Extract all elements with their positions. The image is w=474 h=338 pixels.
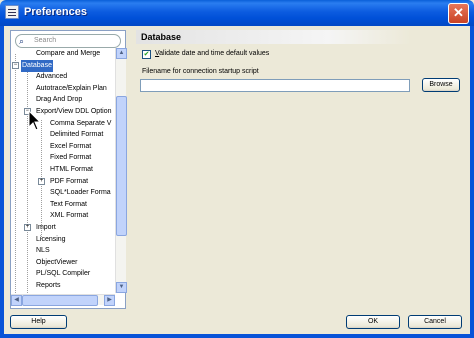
- tree-item-label: Drag And Drop: [36, 96, 83, 104]
- preferences-tree-panel: ⌕ Search Compare and Merge − Database Advan…: [10, 30, 127, 309]
- collapse-icon[interactable]: −: [12, 61, 19, 69]
- tree-item[interactable]: + PDF Format: [11, 176, 115, 188]
- tree-item-label: PL/SQL Compiler: [36, 270, 91, 278]
- preferences-window-icon: [5, 5, 19, 19]
- section-title: Database: [141, 32, 182, 42]
- tree-item-label: SQL*Loader Forma: [50, 189, 111, 197]
- ok-button-label: OK: [367, 318, 379, 325]
- tree-item[interactable]: + Import: [11, 222, 115, 234]
- cancel-button-label: Cancel: [424, 318, 446, 325]
- window-frame-right: [470, 26, 474, 338]
- tree-item[interactable]: ObjectViewer: [11, 257, 115, 269]
- tree-item-label: Text Format: [50, 200, 87, 208]
- tree-item-label: Licensing: [36, 235, 66, 243]
- tree-item[interactable]: Excel Format: [11, 141, 115, 153]
- tree-item[interactable]: − Database: [11, 59, 115, 72]
- tree-item[interactable]: SQL Editor Code Templ: [11, 292, 115, 293]
- horizontal-scroll-thumb[interactable]: [22, 295, 98, 306]
- expand-icon[interactable]: +: [24, 224, 31, 231]
- tree-item[interactable]: Fixed Format: [11, 152, 115, 164]
- tree-item[interactable]: SQL*Loader Forma: [11, 187, 115, 199]
- tree-item[interactable]: Drag And Drop: [11, 94, 115, 106]
- tree-item-label: HTML Format: [50, 166, 93, 173]
- tree-horizontal-scrollbar[interactable]: ◀ ▶: [11, 294, 115, 306]
- tree-item-label: NLS: [36, 247, 50, 255]
- tree-item[interactable]: HTML Format: [11, 164, 115, 176]
- tree-item[interactable]: Comma Separate V: [11, 118, 115, 130]
- validate-date-time-label[interactable]: Validate date and time default values: [155, 50, 269, 57]
- tree-item[interactable]: Reports: [11, 280, 115, 292]
- tree-item-label: Excel Format: [50, 142, 92, 150]
- scroll-right-icon[interactable]: ▶: [104, 295, 115, 306]
- vertical-scroll-thumb[interactable]: [116, 96, 127, 236]
- tree-item-label: SQL Editor Code Templ: [35, 292, 110, 293]
- window-frame-bottom: [0, 334, 474, 338]
- database-settings-panel: Database ✔ Validate date and time defaul…: [136, 30, 466, 309]
- binoculars-search-icon[interactable]: ⌕: [19, 36, 24, 47]
- cancel-button[interactable]: Cancel: [408, 315, 462, 329]
- browse-button[interactable]: Browse: [422, 78, 460, 92]
- startup-script-field[interactable]: [140, 79, 410, 92]
- expand-icon[interactable]: +: [38, 177, 45, 185]
- window-title: Preferences: [24, 6, 87, 18]
- tree-item-label: PDF Format: [50, 177, 89, 185]
- tree-item[interactable]: Autotrace/Explain Plan: [11, 83, 115, 95]
- tree-vertical-scrollbar[interactable]: ▲ ▼: [115, 48, 127, 293]
- validate-date-time-checkbox[interactable]: ✔: [142, 50, 151, 59]
- tree-item-label: Database: [21, 59, 53, 72]
- tree-item[interactable]: Compare and Merge: [11, 48, 115, 60]
- window-frame-left: [0, 26, 4, 338]
- preferences-tree: Compare and Merge − Database Advanced Autotr…: [11, 48, 115, 293]
- search-placeholder: Search: [34, 37, 57, 44]
- scroll-down-icon[interactable]: ▼: [116, 282, 127, 293]
- tree-item-label: ObjectViewer: [36, 258, 78, 266]
- title-bar[interactable]: Preferences ✕: [0, 0, 474, 26]
- help-button[interactable]: Help: [10, 315, 67, 329]
- tree-item-label: Autotrace/Explain Plan: [36, 84, 107, 92]
- tree-item-label: Reports: [36, 282, 61, 289]
- ok-button[interactable]: OK: [346, 315, 400, 329]
- tree-item[interactable]: XML Format: [11, 210, 115, 222]
- tree-item[interactable]: Licensing: [11, 234, 115, 246]
- tree-item[interactable]: PL/SQL Compiler: [11, 268, 115, 280]
- startup-script-label: Filename for connection startup script: [142, 68, 259, 75]
- scroll-left-icon[interactable]: ◀: [11, 295, 22, 306]
- tree-item[interactable]: Text Format: [11, 199, 115, 211]
- tree-item-label: Fixed Format: [50, 154, 92, 162]
- validate-date-time-label-rest: alidate date and time default values: [159, 50, 270, 57]
- scroll-up-icon[interactable]: ▲: [116, 48, 127, 59]
- tree-item[interactable]: − Export/View DDL Option: [11, 106, 115, 118]
- tree-item-label: Advanced: [36, 73, 68, 81]
- tree-item[interactable]: Delimited Format: [11, 129, 115, 141]
- close-button[interactable]: ✕: [448, 3, 469, 24]
- search-input[interactable]: ⌕ Search: [15, 34, 121, 48]
- tree-item-label: Comma Separate V: [50, 119, 112, 127]
- tree-item-label: Delimited Format: [50, 131, 104, 139]
- tree-item[interactable]: NLS: [11, 245, 115, 257]
- tree-item-label: Export/View DDL Option: [36, 108, 112, 115]
- mouse-pointer-icon: [28, 110, 42, 131]
- tree-item[interactable]: Advanced: [11, 71, 115, 83]
- browse-button-label: Browse: [429, 81, 453, 88]
- tree-item-label: Compare and Merge: [36, 50, 101, 57]
- help-button-label: Help: [31, 318, 46, 325]
- tree-item-label: XML Format: [50, 212, 89, 220]
- tree-item-label: Import: [36, 224, 56, 231]
- section-header: Database: [136, 30, 411, 44]
